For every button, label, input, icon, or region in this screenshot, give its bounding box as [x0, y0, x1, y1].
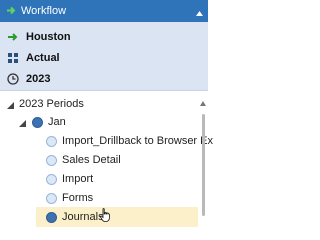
tree-root[interactable]: 2023 Periods: [0, 94, 198, 114]
workflow-header[interactable]: Workflow: [0, 0, 208, 22]
step-status-icon: [46, 174, 57, 185]
tree-item-label: Sales Detail: [62, 154, 121, 166]
pov-scenario[interactable]: Actual: [0, 48, 208, 68]
arrow-right-icon: [7, 31, 19, 43]
tree-period-jan[interactable]: Jan: [0, 112, 198, 132]
tree-item[interactable]: Import: [0, 169, 198, 189]
clock-icon: [7, 73, 19, 85]
pov-time-label: 2023: [26, 73, 51, 85]
tree-item[interactable]: Import_Drillback to Browser Ex: [0, 131, 213, 151]
workflow-arrow-icon: [6, 5, 17, 19]
tree-item-label: Import_Drillback to Browser Ex: [62, 135, 213, 147]
caret-up-icon[interactable]: [196, 7, 203, 19]
pov-time[interactable]: 2023: [0, 69, 208, 89]
tree-item[interactable]: Sales Detail: [0, 150, 198, 170]
pov-entity-label: Houston: [26, 31, 71, 43]
tree-period-label: Jan: [48, 116, 66, 128]
step-status-icon: [46, 155, 57, 166]
tree-item-label: Forms: [62, 192, 94, 204]
period-status-icon: [32, 117, 43, 128]
pov-scenario-label: Actual: [26, 52, 60, 64]
tree-item-selected[interactable]: Journals: [36, 207, 198, 227]
hand-cursor-icon: [100, 208, 111, 225]
tree-item[interactable]: Forms: [0, 188, 198, 208]
tree-item-label: Journals: [62, 211, 104, 223]
tree-root-label: 2023 Periods: [19, 98, 84, 110]
pov-entity[interactable]: Houston: [0, 27, 208, 47]
scenario-grid-icon: [7, 52, 19, 64]
workflow-tree: 2023 Periods Jan Import_Drillback to Bro…: [0, 91, 213, 227]
step-status-icon: [46, 193, 57, 204]
step-status-icon: [46, 212, 57, 223]
scrollbar-thumb[interactable]: [202, 114, 205, 216]
step-status-icon: [46, 136, 57, 147]
pov-panel: Houston Actual 2023: [0, 22, 208, 90]
tree-item-label: Import: [62, 173, 94, 185]
workflow-title: Workflow: [21, 5, 67, 17]
